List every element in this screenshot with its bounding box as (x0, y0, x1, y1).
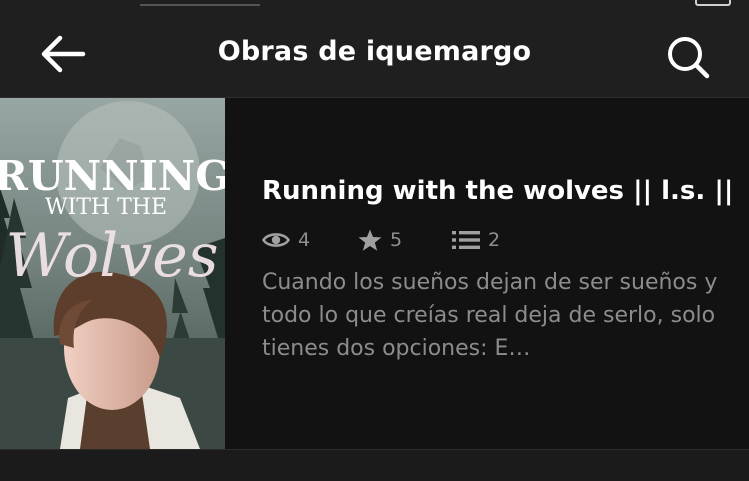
status-bar-text (140, 0, 260, 6)
parts-count: 2 (488, 229, 501, 251)
list-icon (452, 231, 480, 249)
star-icon (358, 229, 382, 251)
battery-icon (695, 0, 731, 6)
story-description: Cuando los sueños dejan de ser sueños y … (262, 270, 718, 361)
parts-stat: 2 (452, 229, 500, 251)
votes-count: 5 (390, 229, 403, 251)
eye-icon (262, 233, 290, 247)
cover-image: RUNNING WITH THE Wolves (0, 98, 225, 449)
status-bar (0, 0, 749, 14)
page-title: Obras de iquemargo (217, 36, 532, 67)
cover-title-line3: Wolves (5, 221, 218, 291)
search-icon (668, 37, 710, 79)
reads-stat: 4 (262, 229, 358, 251)
reads-count: 4 (298, 229, 311, 251)
top-bar: Obras de iquemargo (0, 14, 749, 98)
story-stats: 4 5 2 (262, 226, 732, 254)
votes-stat: 5 (358, 229, 452, 251)
story-list-item[interactable]: RUNNING WITH THE Wolves Running with the… (0, 98, 749, 449)
cover-title-line1: RUNNING (0, 152, 225, 200)
next-list-item[interactable] (0, 449, 749, 481)
cover-title-line2: WITH THE (45, 195, 167, 220)
search-button[interactable] (665, 34, 711, 80)
story-info: Running with the wolves || l.s. || 4 5 2… (262, 176, 733, 365)
story-title[interactable]: Running with the wolves || l.s. || (262, 176, 733, 206)
story-cover[interactable]: RUNNING WITH THE Wolves (0, 98, 225, 449)
